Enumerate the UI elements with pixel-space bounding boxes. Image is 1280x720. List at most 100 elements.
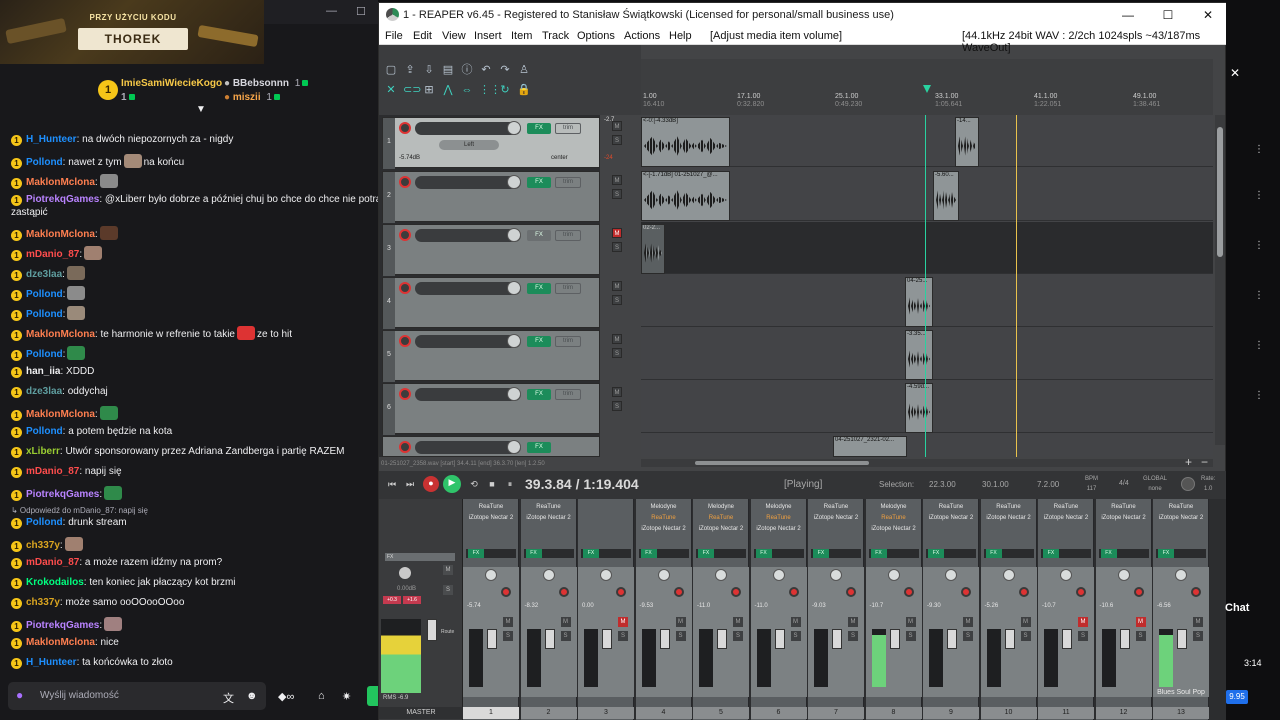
menu-file[interactable]: File bbox=[385, 30, 403, 42]
fx-row[interactable]: FX bbox=[581, 549, 631, 558]
fx-button[interactable]: FX bbox=[870, 549, 887, 558]
chat-message[interactable]: 1 dze3laa: oddychaj bbox=[11, 386, 371, 398]
mute-button[interactable]: M bbox=[612, 121, 622, 131]
playhead-marker-icon[interactable] bbox=[923, 85, 931, 93]
playrate[interactable]: Rate: 1.0 bbox=[1201, 474, 1215, 494]
mute-button[interactable]: M bbox=[675, 617, 686, 627]
new-project-icon[interactable]: ▢ bbox=[384, 63, 398, 77]
pan-slider[interactable]: Left bbox=[439, 140, 499, 150]
strip-number[interactable]: 1 bbox=[463, 707, 519, 719]
fx-slot[interactable]: iZotope Nectar 2 bbox=[1154, 513, 1208, 523]
more-icon[interactable]: ⋮ bbox=[1254, 190, 1264, 201]
mixer-strip[interactable]: ReaTune iZotope Nectar 2 FX -5.26 M S 10 bbox=[980, 499, 1037, 720]
chat-username[interactable]: Pollond bbox=[26, 157, 63, 168]
chat-username[interactable]: PiotrekqGames bbox=[26, 489, 99, 500]
maximize-button[interactable]: ☐ bbox=[1153, 6, 1183, 24]
volume-knob[interactable] bbox=[507, 121, 521, 135]
chat-message[interactable]: 1 mDanio_87: napij się bbox=[11, 466, 371, 478]
record-arm-button[interactable] bbox=[1018, 587, 1029, 597]
stop-icon[interactable]: ■ bbox=[485, 477, 499, 491]
chat-username[interactable]: H_Hunteer bbox=[26, 657, 77, 668]
gear-icon[interactable]: ✷ bbox=[342, 690, 351, 703]
record-button[interactable]: ● bbox=[423, 476, 439, 492]
mute-button[interactable]: M bbox=[503, 617, 513, 627]
mixer-strip[interactable]: Melodyne ReaTune iZotope Nectar 2 FX -11.0 M S… bbox=[693, 499, 749, 720]
menu-help[interactable]: Help bbox=[669, 30, 692, 42]
chat-message[interactable]: 1 H_Hunteer: na dwóch niepozornych za - n… bbox=[11, 134, 371, 146]
record-arm-button[interactable] bbox=[1076, 587, 1086, 597]
fx-button[interactable]: FX bbox=[698, 549, 714, 558]
chat-emote[interactable] bbox=[67, 286, 86, 300]
fx-button[interactable]: FX bbox=[928, 549, 944, 558]
mixer-strip[interactable]: Melodyne ReaTune iZotope Nectar 2 FX -10.7 M S… bbox=[865, 499, 922, 720]
volume-fader[interactable] bbox=[1177, 629, 1187, 649]
strip-number[interactable]: 7 bbox=[808, 707, 864, 719]
record-arm-button[interactable] bbox=[1191, 587, 1201, 597]
trim-button[interactable]: trim bbox=[555, 336, 581, 347]
chat-emote[interactable] bbox=[99, 174, 118, 188]
fx-slot[interactable]: ReaTune bbox=[924, 502, 978, 512]
chat-username[interactable]: Pollond bbox=[26, 309, 63, 320]
chat-message[interactable]: 1 Pollond: bbox=[11, 346, 371, 361]
chat-username[interactable]: dze3laa bbox=[26, 386, 62, 397]
leader-first[interactable]: ImieSamiWiecieKogo bbox=[121, 78, 222, 89]
mute-button[interactable]: M bbox=[612, 334, 622, 344]
mute-button[interactable]: M bbox=[848, 617, 858, 627]
format-info[interactable]: [44.1kHz 24bit WAV : 2/2ch 1024spls ~43/… bbox=[962, 30, 1227, 54]
chat-emote[interactable] bbox=[236, 326, 255, 340]
fx-slot[interactable]: iZotope Nectar 2 bbox=[1039, 513, 1093, 523]
fx-slot[interactable]: ReaTune bbox=[752, 513, 806, 523]
chat-message[interactable]: 1 ch337y: może samo ooOOooOOoo bbox=[11, 597, 371, 609]
fx-row[interactable]: FX bbox=[1098, 549, 1149, 558]
strip-number[interactable]: 5 bbox=[693, 707, 749, 719]
volume-knob[interactable] bbox=[507, 175, 521, 189]
chat-message[interactable]: 1 PiotrekqGames: bbox=[11, 486, 371, 501]
chat-message[interactable]: 1 ch337y: bbox=[11, 537, 371, 552]
pan-knob[interactable] bbox=[1117, 569, 1130, 581]
mixer-strip[interactable]: ReaTune iZotope Nectar 2 FX -8.32 M S 2 bbox=[520, 499, 577, 720]
media-item[interactable]: 04-251027_2321-02... bbox=[833, 436, 907, 457]
track-name-field[interactable] bbox=[415, 229, 521, 242]
record-arm-button[interactable] bbox=[399, 122, 411, 134]
play-button[interactable]: ▶ bbox=[443, 475, 461, 493]
fx-button[interactable]: FX bbox=[525, 549, 542, 558]
pan-knob[interactable] bbox=[945, 569, 957, 581]
fx-button[interactable]: FX bbox=[583, 549, 599, 558]
trim-button[interactable]: trim bbox=[555, 389, 581, 400]
fx-slot[interactable]: ReaTune bbox=[1154, 502, 1208, 512]
solo-button[interactable]: S bbox=[612, 295, 622, 305]
solo-button[interactable]: S bbox=[848, 631, 858, 641]
record-arm-button[interactable] bbox=[399, 176, 411, 188]
selection-start[interactable]: 22.3.00 bbox=[929, 480, 956, 489]
fx-slot[interactable]: iZotope Nectar 2 bbox=[809, 513, 863, 523]
pan-knob[interactable] bbox=[830, 569, 842, 581]
chat-message[interactable]: 1 Pollond: bbox=[11, 306, 371, 321]
leader-third[interactable]: ● miszii 1 bbox=[224, 92, 280, 103]
volume-fader[interactable] bbox=[889, 629, 900, 649]
chat-message[interactable]: 1 xLiberr: Utwór sponsorowany przez Adria… bbox=[11, 446, 371, 458]
pan-knob[interactable] bbox=[887, 569, 900, 581]
volume-fader[interactable] bbox=[947, 629, 957, 649]
fx-slot[interactable]: ReaTune bbox=[1039, 502, 1093, 512]
chat-emote[interactable] bbox=[66, 266, 85, 280]
fx-slot[interactable]: Melodyne bbox=[637, 502, 691, 512]
more-icon[interactable]: ⋮ bbox=[1254, 390, 1264, 401]
selection-length[interactable]: 7.2.00 bbox=[1037, 480, 1059, 489]
media-item[interactable]: <-0:[-4.33dB] bbox=[641, 117, 730, 167]
chat-username[interactable]: MaklonMclona bbox=[26, 229, 95, 240]
pan-knob[interactable] bbox=[1060, 569, 1072, 581]
fx-button[interactable]: FX bbox=[755, 549, 772, 558]
chat-message[interactable]: 1 Pollond: nawet z tym na końcu bbox=[11, 154, 371, 169]
go-to-start-icon[interactable]: ⏮ bbox=[385, 477, 399, 491]
link-icon[interactable]: ⊂⊃ bbox=[403, 83, 421, 97]
solo-button[interactable]: S bbox=[612, 401, 622, 411]
master-fader[interactable] bbox=[427, 619, 437, 641]
media-item[interactable]: 02-2... bbox=[641, 224, 665, 274]
leader-second[interactable]: ● BBebsonnn 1 bbox=[224, 78, 309, 89]
more-icon[interactable]: ⋮ bbox=[1254, 240, 1264, 251]
solo-button[interactable]: S bbox=[675, 631, 686, 641]
media-item[interactable]: -5.60... bbox=[933, 171, 959, 221]
more-icon[interactable]: ⋮ bbox=[1254, 290, 1264, 301]
mute-button[interactable]: M bbox=[560, 617, 571, 627]
mute-button[interactable]: M bbox=[733, 617, 743, 627]
